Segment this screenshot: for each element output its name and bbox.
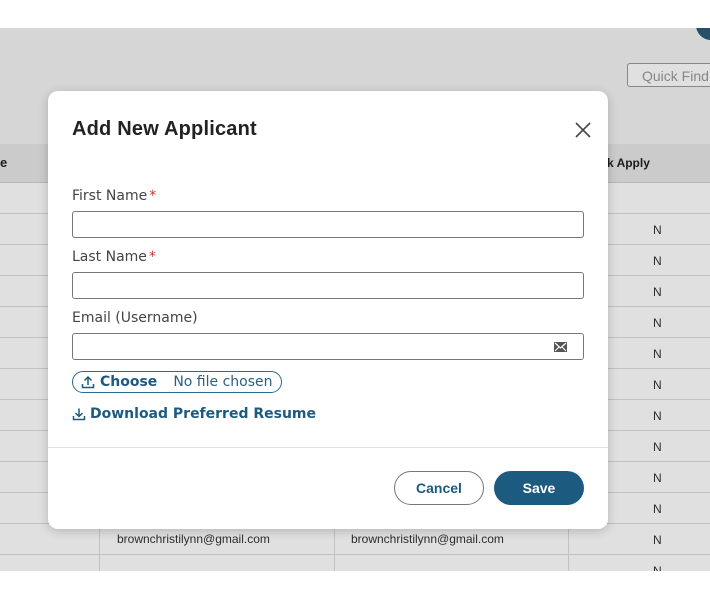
choose-label: Choose — [100, 374, 158, 390]
upload-icon — [81, 375, 95, 389]
last-name-label: Last Name * — [72, 249, 156, 265]
page: Quick Find e k Apply N N N N N N N N N Nbrownchri… — [0, 0, 710, 599]
close-icon[interactable] — [572, 119, 594, 141]
bottom-area — [0, 571, 710, 599]
top-bar — [0, 0, 710, 28]
required-marker: * — [149, 188, 157, 204]
add-applicant-dialog: Add New Applicant First Name * Last Name *… — [48, 91, 608, 529]
envelope-icon — [554, 342, 567, 352]
dialog-divider — [48, 447, 608, 448]
last-name-label-text: Last Name — [72, 249, 147, 265]
dialog-title: Add New Applicant — [72, 118, 257, 140]
cancel-button[interactable]: Cancel — [394, 471, 484, 505]
first-name-field[interactable] — [72, 211, 584, 238]
file-status-text: No file chosen — [173, 374, 273, 390]
last-name-field[interactable] — [72, 272, 584, 299]
email-field[interactable] — [72, 333, 584, 360]
first-name-label-text: First Name — [72, 188, 148, 204]
email-label: Email (Username) — [72, 310, 198, 326]
required-marker: * — [148, 249, 156, 265]
download-resume-label: Download Preferred Resume — [90, 406, 317, 422]
file-upload-button[interactable]: Choose No file chosen — [72, 371, 282, 393]
download-resume-link[interactable]: Download Preferred Resume — [72, 406, 316, 422]
first-name-label: First Name * — [72, 188, 156, 204]
save-button[interactable]: Save — [494, 471, 584, 505]
download-icon — [72, 408, 86, 421]
